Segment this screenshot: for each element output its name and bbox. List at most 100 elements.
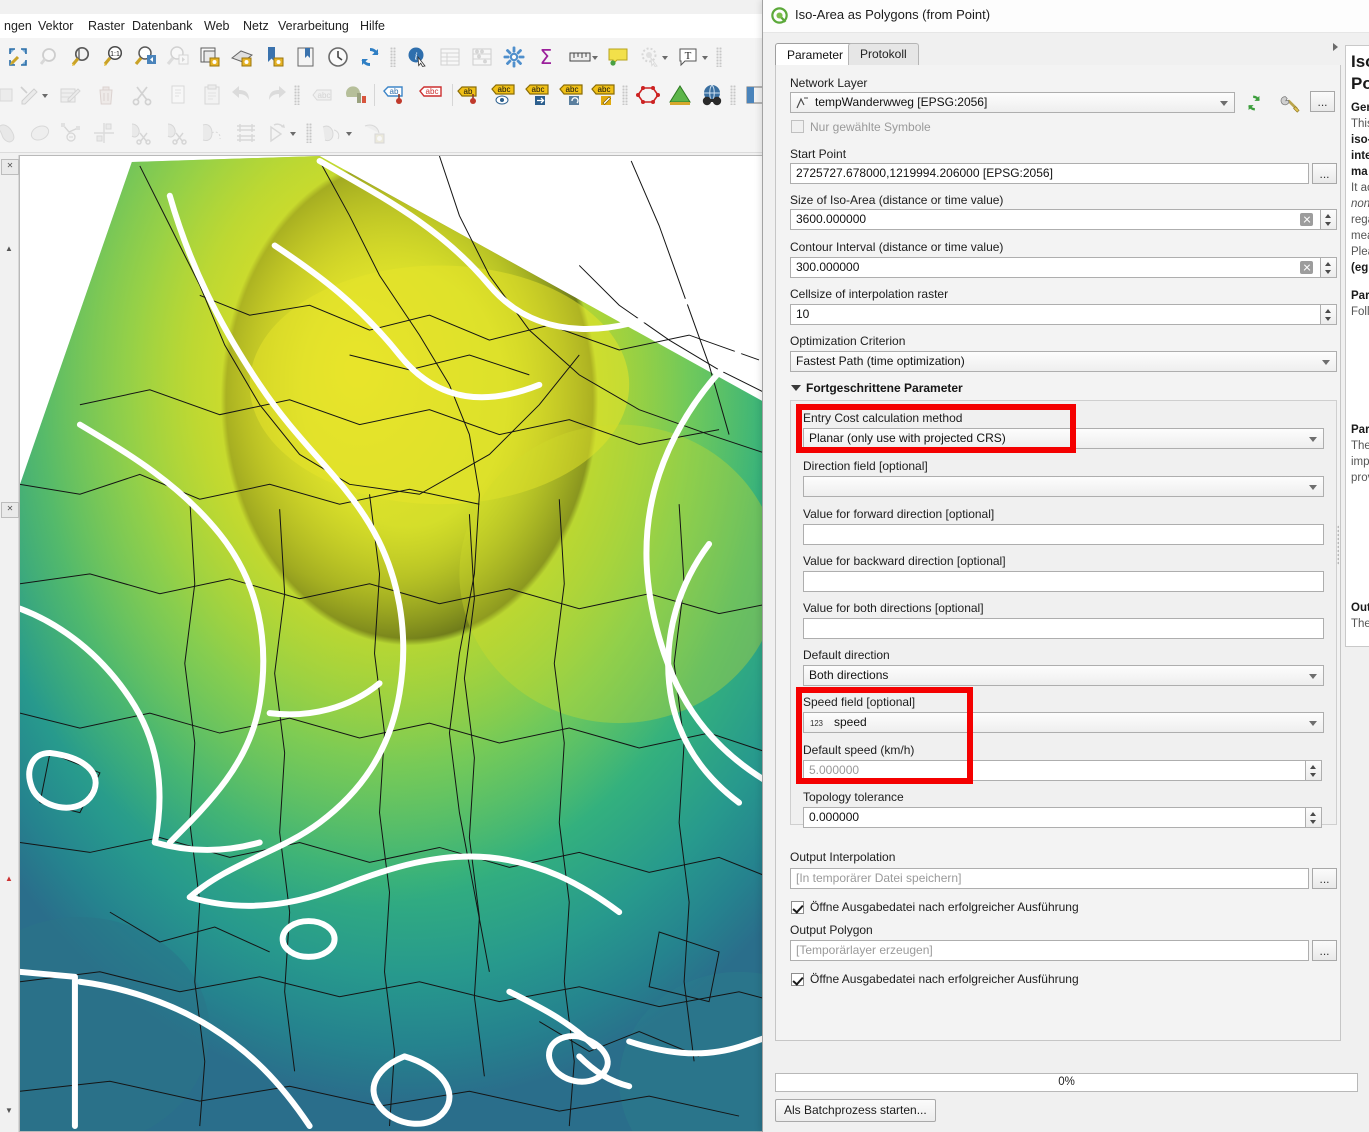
close-panel-icon-2[interactable]: ✕ xyxy=(1,502,19,518)
current-edits-icon[interactable] xyxy=(16,81,44,109)
identify-features-icon[interactable]: i xyxy=(404,43,432,71)
add-polygon-icon[interactable] xyxy=(0,119,22,147)
offset-caret-icon[interactable] xyxy=(346,132,352,136)
statistical-summary-icon[interactable]: Σ xyxy=(532,43,560,71)
only-selected-checkbox[interactable] xyxy=(791,120,804,133)
cut-features-icon[interactable] xyxy=(128,81,156,109)
topology-tolerance-stepper[interactable] xyxy=(1306,807,1322,828)
refresh-layers-icon[interactable] xyxy=(1242,91,1266,114)
pinned-labels-caret-icon[interactable] xyxy=(662,56,668,60)
tab-protokoll[interactable]: Protokoll xyxy=(848,43,919,66)
toggle-editing-icon[interactable] xyxy=(56,81,84,109)
zoom-native-icon[interactable]: 1:1 xyxy=(100,43,128,71)
copy-features-icon[interactable] xyxy=(164,81,192,109)
split-parts-icon[interactable] xyxy=(162,119,190,147)
simplify-feature-icon[interactable] xyxy=(360,119,388,147)
zoom-full-icon[interactable] xyxy=(4,43,32,71)
tab-parameter[interactable]: Parameter xyxy=(775,43,856,67)
toolbar-grip-6[interactable] xyxy=(306,123,312,143)
show-pinned-labels-icon[interactable] xyxy=(636,43,664,71)
toolbar-grip[interactable] xyxy=(390,47,396,67)
wrench-icon[interactable] xyxy=(1276,91,1302,114)
measure-dropdown-caret-icon[interactable] xyxy=(592,56,598,60)
change-label-icon[interactable]: abc xyxy=(590,81,618,109)
zoom-to-selection-icon[interactable] xyxy=(228,43,256,71)
rotate-caret-icon[interactable] xyxy=(290,132,296,136)
menu-item-vektor[interactable]: Vektor xyxy=(38,14,73,38)
delete-selected-icon[interactable] xyxy=(92,81,120,109)
menu-item-datenbank[interactable]: Datenbank xyxy=(132,14,192,38)
toolbar-grip-5[interactable] xyxy=(730,85,736,105)
optimization-combo[interactable]: Fastest Path (time optimization) xyxy=(790,351,1337,372)
default-direction-combo[interactable]: Both directions xyxy=(803,665,1324,686)
menu-item-web[interactable]: Web xyxy=(204,14,229,38)
scroll-up-icon[interactable]: ▲ xyxy=(1,243,17,255)
move-label-icon[interactable]: abc xyxy=(524,81,552,109)
style-manager-icon[interactable] xyxy=(342,81,370,109)
direction-field-combo[interactable] xyxy=(803,476,1324,497)
speed-field-combo[interactable]: 123 speed xyxy=(803,712,1324,733)
new-bookmark-icon[interactable] xyxy=(292,43,320,71)
output-interpolation-browse-button[interactable]: ... xyxy=(1312,868,1337,889)
menu-item-raster[interactable]: Raster xyxy=(88,14,125,38)
network-layer-combo[interactable]: tempWanderwweg [EPSG:2056] xyxy=(790,92,1235,113)
iso-size-input[interactable]: 3600.000000 xyxy=(790,209,1321,230)
triangle-icon[interactable] xyxy=(666,81,694,109)
output-interpolation-open-checkbox[interactable] xyxy=(791,901,804,914)
zoom-out-icon[interactable] xyxy=(68,43,96,71)
toolbar-grip-4[interactable] xyxy=(622,85,628,105)
open-attribute-table-icon[interactable] xyxy=(436,43,464,71)
menu-item-einstellungen[interactable]: ngen xyxy=(4,14,32,38)
batch-process-button[interactable]: Als Batchprozess starten... xyxy=(775,1099,936,1122)
menu-item-verarbeitung[interactable]: Verarbeitung xyxy=(278,14,349,38)
zoom-to-layer-icon[interactable] xyxy=(196,43,224,71)
default-speed-input[interactable]: 5.000000 xyxy=(803,760,1306,781)
default-speed-stepper[interactable] xyxy=(1306,760,1322,781)
reshape-features-icon[interactable] xyxy=(232,119,260,147)
iso-size-clear-icon[interactable] xyxy=(1300,213,1313,226)
zoom-last-icon[interactable] xyxy=(132,43,160,71)
menu-item-netz[interactable]: Netz xyxy=(243,14,269,38)
zoom-in-icon[interactable] xyxy=(36,43,64,71)
help-splitter[interactable] xyxy=(1332,45,1344,645)
entry-cost-combo[interactable]: Planar (only use with projected CRS) xyxy=(803,428,1324,449)
field-calculator-icon[interactable] xyxy=(468,43,496,71)
highlight-pinned-labels-icon[interactable]: ab xyxy=(382,81,410,109)
contour-interval-input[interactable]: 300.000000 xyxy=(790,257,1321,278)
rotate-feature-icon[interactable] xyxy=(264,119,292,147)
move-feature-icon[interactable] xyxy=(90,119,118,147)
toolbar-grip-3[interactable] xyxy=(294,85,300,105)
merge-features-icon[interactable] xyxy=(198,119,226,147)
toolbar-grip-2[interactable] xyxy=(716,47,722,67)
advanced-collapse-icon[interactable] xyxy=(791,385,801,391)
zoom-to-bookmark-icon[interactable] xyxy=(260,43,288,71)
contour-interval-clear-icon[interactable] xyxy=(1300,261,1313,274)
output-polygon-input[interactable]: [Temporärlayer erzeugen] xyxy=(790,940,1309,961)
scroll-down-icon[interactable]: ▼ xyxy=(1,1105,17,1117)
paste-features-icon[interactable] xyxy=(198,81,226,109)
pin-labels-icon[interactable]: ab xyxy=(456,81,484,109)
rotate-label-icon[interactable]: abc xyxy=(558,81,586,109)
map-canvas[interactable] xyxy=(19,155,770,1132)
current-edits-caret-icon[interactable] xyxy=(42,94,48,98)
topology-tolerance-input[interactable]: 0.000000 xyxy=(803,807,1306,828)
close-panel-icon[interactable]: ✕ xyxy=(1,159,19,175)
vertex-tool-icon[interactable] xyxy=(58,119,86,147)
backward-direction-input[interactable] xyxy=(803,571,1324,592)
undo-icon[interactable] xyxy=(228,81,256,109)
processing-toolbox-icon[interactable] xyxy=(500,43,528,71)
globe-binoculars-icon[interactable] xyxy=(698,81,726,109)
cellsize-input[interactable]: 10 xyxy=(790,304,1321,325)
forward-direction-input[interactable] xyxy=(803,524,1324,545)
zoom-next-icon[interactable] xyxy=(164,43,192,71)
label-toolbar-icon[interactable]: abc xyxy=(308,81,336,109)
show-hide-labels-icon[interactable]: abc xyxy=(490,81,518,109)
annotation-caret-icon[interactable] xyxy=(702,56,708,60)
split-features-icon[interactable] xyxy=(126,119,154,147)
measure-line-icon[interactable] xyxy=(566,43,594,71)
output-interpolation-input[interactable]: [In temporärer Datei speichern] xyxy=(790,868,1309,889)
menu-item-hilfe[interactable]: Hilfe xyxy=(360,14,385,38)
temporal-controller-icon[interactable] xyxy=(324,43,352,71)
redo-icon[interactable] xyxy=(262,81,290,109)
both-directions-input[interactable] xyxy=(803,618,1324,639)
